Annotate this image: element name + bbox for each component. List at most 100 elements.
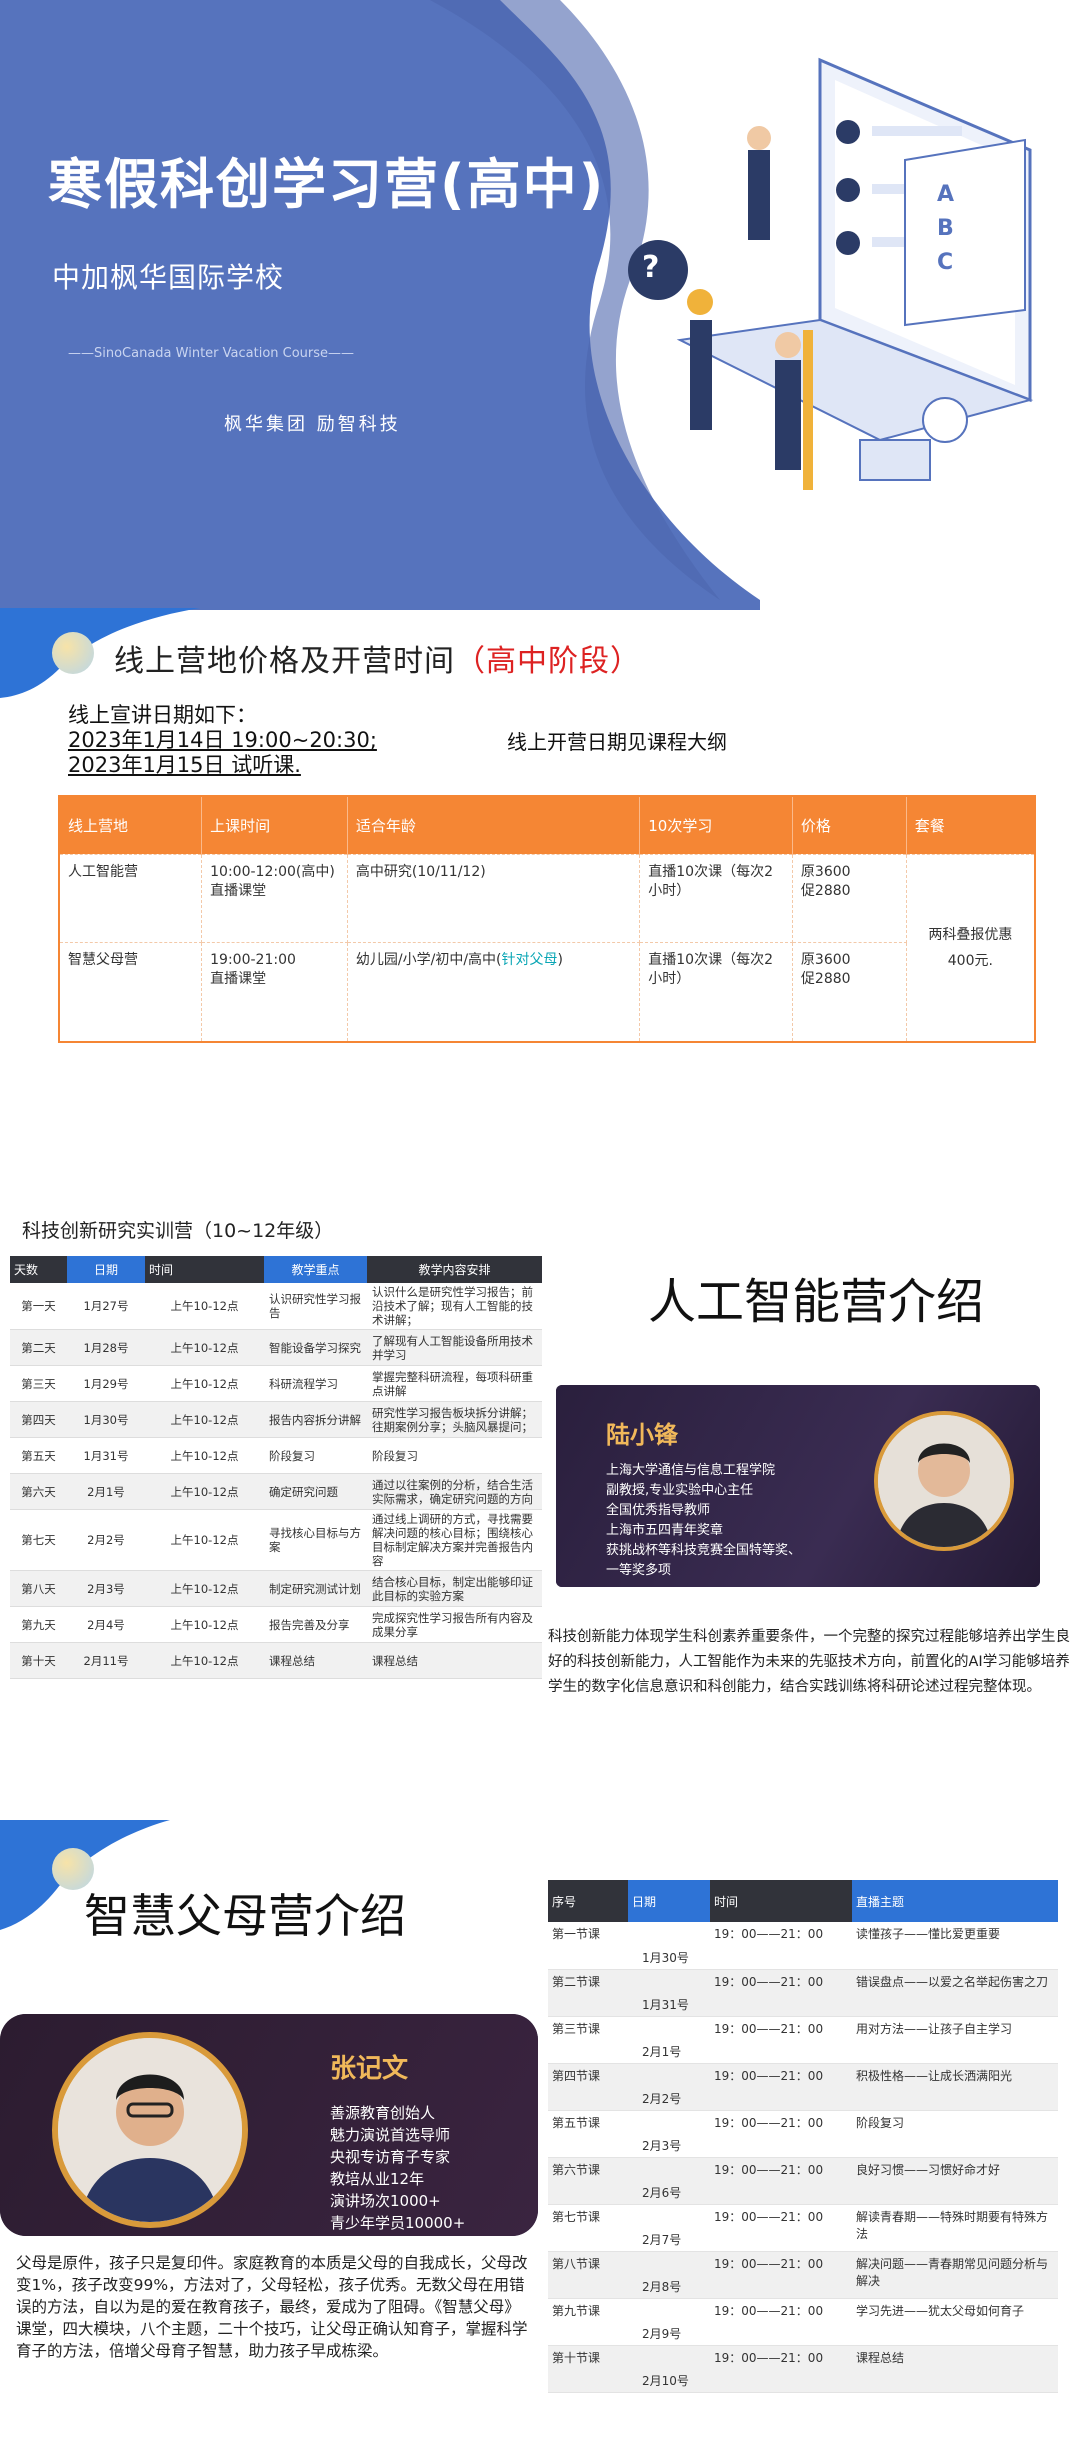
camp-time: 10:00-12:00(高中) 直播课堂 xyxy=(201,853,348,943)
table-row: 第七节课 2月7号 19：00——21：00 解读青春期——特殊时期要有特殊方法 xyxy=(548,2204,1058,2252)
day-cell: 第五天 xyxy=(10,1437,67,1474)
person-icon xyxy=(58,2038,242,2222)
lesson-no-cell: 第四节课 xyxy=(548,2063,628,2111)
col-no: 序号 xyxy=(548,1880,628,1922)
ai-table-header: 天数 日期 时间 教学重点 教学内容安排 xyxy=(10,1256,542,1283)
ai-description: 科技创新能力体现学生科创素养重要条件，一个完整的探究过程能够培养出学生良好的科技… xyxy=(548,1629,1070,1695)
table-row: 第八节课 2月8号 19：00——21：00 解决问题——青春期常见问题分析与解决 xyxy=(548,2251,1058,2299)
time-cell: 上午10-12点 xyxy=(145,1401,264,1438)
price-promo: 促2880 xyxy=(800,970,851,987)
package-text: 两科叠报优惠400元. xyxy=(928,926,1013,969)
date-cell: 2月7号 xyxy=(628,2204,710,2252)
date-cell: 2月8号 xyxy=(628,2251,710,2299)
table-row: 第三节课 2月1号 19：00——21：00 用对方法——让孩子自主学习 xyxy=(548,2016,1058,2064)
topic-cell: 解读青春期——特殊时期要有特殊方法 xyxy=(852,2204,1058,2252)
lesson-no-cell: 第九节课 xyxy=(548,2298,628,2346)
content-cell: 掌握完整科研流程，每项科研重点讲解 xyxy=(367,1365,542,1402)
content-cell: 阶段复习 xyxy=(367,1437,542,1474)
focus-cell: 制定研究测试计划 xyxy=(264,1570,367,1607)
date-cell: 1月31号 xyxy=(628,1969,710,2017)
date-cell: 2月1号 xyxy=(67,1473,145,1510)
date-cell: 1月27号 xyxy=(67,1283,145,1330)
content-cell: 结合核心目标，制定出能够印证此目标的实验方案 xyxy=(367,1570,542,1607)
price-original: 原3600 xyxy=(800,863,851,880)
focus-cell: 阶段复习 xyxy=(264,1437,367,1474)
day-cell: 第九天 xyxy=(10,1606,67,1643)
ai-table-body: 第一天 1月27号 上午10-12点 认识研究性学习报告 认识什么是研究性学习报告；前沿… xyxy=(10,1283,542,1679)
date-cell: 2月6号 xyxy=(628,2157,710,2205)
time-cell: 上午10-12点 xyxy=(145,1365,264,1402)
time-range: 10:00-12:00(高中) xyxy=(210,863,335,880)
col-content: 教学内容安排 xyxy=(367,1256,542,1283)
col-focus: 教学重点 xyxy=(264,1256,367,1283)
parent-description: 父母是原件，孩子只是复印件。家庭教育的本质是父母的自我成长，父母改变1%，孩子改… xyxy=(16,2254,528,2360)
price-promo: 促2880 xyxy=(800,882,851,899)
time-cell: 上午10-12点 xyxy=(145,1329,264,1366)
time-cell: 19：00——21：00 xyxy=(710,2345,852,2393)
lesson-no-cell: 第一节课 xyxy=(548,1922,628,1970)
lesson-no-cell: 第二节课 xyxy=(548,1969,628,2017)
parent-schedule-table: 序号 日期 时间 直播主题 第一节课 1月30号 19：00——21：00 读懂孩子—… xyxy=(548,1880,1058,2393)
focus-cell: 课程总结 xyxy=(264,1642,367,1679)
time-cell: 19：00——21：00 xyxy=(710,1922,852,1970)
date-cell: 1月28号 xyxy=(67,1329,145,1366)
parent-table-header: 序号 日期 时间 直播主题 xyxy=(548,1880,1058,1922)
col-study: 10次学习 xyxy=(639,796,793,854)
date-cell: 2月2号 xyxy=(67,1509,145,1571)
time-mode: 直播课堂 xyxy=(210,882,267,899)
answer-letter-b: B xyxy=(937,216,954,241)
topic-cell: 解决问题——青春期常见问题分析与解决 xyxy=(852,2251,1058,2299)
table-row: 第八天 2月3号 上午10-12点 制定研究测试计划 结合核心目标，制定出能够印证此目标… xyxy=(10,1570,542,1607)
date-cell: 2月10号 xyxy=(628,2345,710,2393)
time-mode: 直播课堂 xyxy=(210,970,267,987)
hero-banner: ? A B C 寒假科创学习营(高中) 中加枫华国际学校 ——SinoCanad… xyxy=(0,0,1080,610)
date-cell: 1月30号 xyxy=(67,1401,145,1438)
time-cell: 19：00——21：00 xyxy=(710,2110,852,2158)
age-highlight: 针对父母 xyxy=(501,951,558,968)
time-cell: 上午10-12点 xyxy=(145,1437,264,1474)
pricing-heading-text: 线上营地价格及开营时间 xyxy=(114,644,455,679)
bio-line: 魅力演说首选导师 xyxy=(330,2126,451,2144)
laptop-illustration xyxy=(628,57,1034,490)
topic-cell: 阶段复习 xyxy=(852,2110,1058,2158)
ai-intro-heading: 人工智能营介绍 xyxy=(648,1274,985,1330)
table-row: 第六节课 2月6号 19：00——21：00 良好习惯——习惯好命才好 xyxy=(548,2157,1058,2205)
camp-study: 直播10次课（每次2小时） xyxy=(639,941,793,1043)
parent-teacher-card: 张记文 善源教育创始人 魅力演说首选导师 央视专访育子专家 教培从业12年 演讲… xyxy=(0,2014,538,2236)
bio-line: 获挑战杯等科技竞赛全国特等奖、 xyxy=(606,1543,802,1558)
date-cell: 2月11号 xyxy=(67,1642,145,1679)
table-row: 第四天 1月30号 上午10-12点 报告内容拆分讲解 研究性学习报告板块拆分讲解；往期… xyxy=(10,1401,542,1438)
content-cell: 完成探究性学习报告所有内容及成果分享 xyxy=(367,1606,542,1643)
date-cell: 2月2号 xyxy=(628,2063,710,2111)
day-cell: 第八天 xyxy=(10,1570,67,1607)
lead-date-2: 2023年1月15日 试听课. xyxy=(68,753,301,777)
bio-line: 演讲场次1000+ xyxy=(330,2192,441,2210)
lesson-no-cell: 第六节课 xyxy=(548,2157,628,2205)
day-cell: 第十天 xyxy=(10,1642,67,1679)
price-original: 原3600 xyxy=(800,951,851,968)
col-time: 时间 xyxy=(710,1880,852,1922)
camp-age: 幼儿园/小学/初中/高中(针对父母) xyxy=(346,941,641,1043)
topic-cell: 错误盘点——以爱之名举起伤害之刀 xyxy=(852,1969,1058,2017)
focus-cell: 寻找核心目标与方案 xyxy=(264,1509,367,1571)
parent-table-body: 第一节课 1月30号 19：00——21：00 读懂孩子——懂比爱更重要 第二节课 1月3… xyxy=(548,1922,1058,2393)
table-row: 第一天 1月27号 上午10-12点 认识研究性学习报告 认识什么是研究性学习报告；前沿… xyxy=(10,1283,542,1330)
parent-teacher-bio: 善源教育创始人 魅力演说首选导师 央视专访育子专家 教培从业12年 演讲场次10… xyxy=(330,2102,465,2234)
day-cell: 第六天 xyxy=(10,1473,67,1510)
col-topic: 直播主题 xyxy=(852,1880,1058,1922)
bio-line: 副教授,专业实验中心主任 xyxy=(606,1483,754,1498)
bio-line: 教培从业12年 xyxy=(330,2170,425,2188)
topic-cell: 读懂孩子——懂比爱更重要 xyxy=(852,1922,1058,1970)
camp-name: 智慧父母营 xyxy=(58,941,203,1043)
camp-price: 原3600 促2880 xyxy=(791,941,907,1043)
lead-intro: 线上宣讲日期如下： xyxy=(68,703,257,727)
camp-age: 高中研究(10/11/12) xyxy=(346,853,641,943)
lesson-no-cell: 第三节课 xyxy=(548,2016,628,2064)
section-bullet-icon xyxy=(52,632,94,674)
price-table: 线上营地 上课时间 适合年龄 10次学习 价格 套餐 人工智能营 10:00-1… xyxy=(58,795,1036,1043)
page-title: 寒假科创学习营(高中) xyxy=(48,153,606,216)
lesson-no-cell: 第五节课 xyxy=(548,2110,628,2158)
table-row: 第六天 2月1号 上午10-12点 确定研究问题 通过以往案例的分析，结合生活实际需求，… xyxy=(10,1473,542,1510)
table-row: 智慧父母营 19:00-21:00 直播课堂 幼儿园/小学/初中/高中(针对父母)… xyxy=(58,941,1035,1043)
table-row: 第五节课 2月3号 19：00——21：00 阶段复习 xyxy=(548,2110,1058,2158)
